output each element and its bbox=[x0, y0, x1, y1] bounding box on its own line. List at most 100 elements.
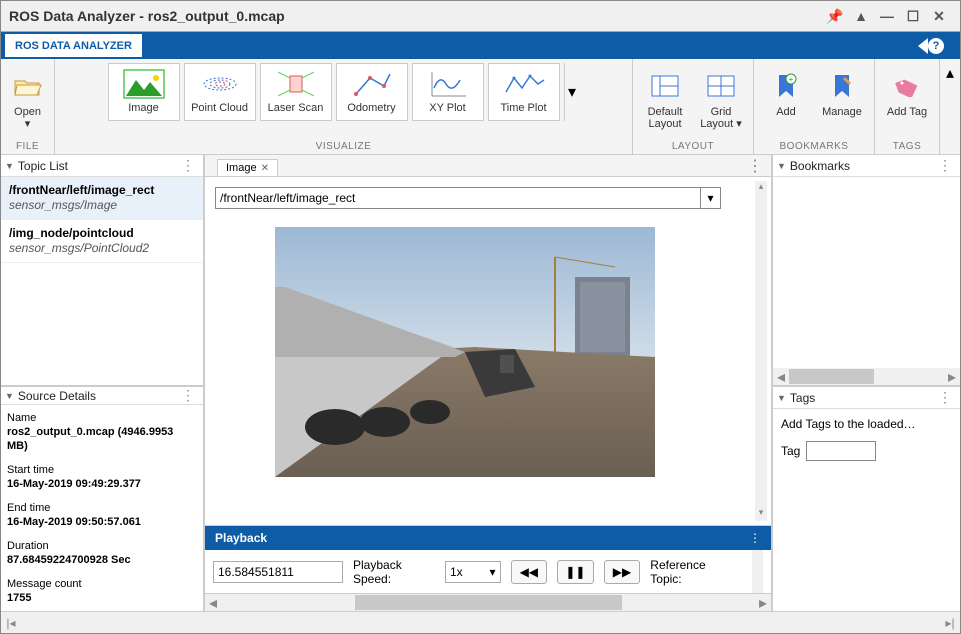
right-column: ▼ Bookmarks ⋮ ◂ ▸ ▼ Tags ⋮ Add Tags to t… bbox=[772, 155, 960, 611]
image-vscrollbar[interactable]: ▴ ▾ bbox=[755, 181, 767, 521]
center-tabbar-menu-icon[interactable]: ⋮ bbox=[739, 156, 771, 176]
tag-input[interactable] bbox=[806, 441, 876, 461]
minimize-icon[interactable]: — bbox=[874, 3, 900, 29]
center-tabbar: Image ✕ ⋮ bbox=[205, 155, 771, 177]
tab-image[interactable]: Image ✕ bbox=[217, 159, 278, 176]
ribbon-bookmarks-caption: BOOKMARKS bbox=[760, 141, 868, 154]
open-label: Open bbox=[14, 106, 41, 118]
grid-layout-label: GridLayout ▾ bbox=[700, 106, 742, 130]
topic-item-pointcloud[interactable]: /img_node/pointcloud sensor_msgs/PointCl… bbox=[1, 220, 203, 263]
status-next-icon[interactable]: ▸| bbox=[940, 616, 960, 630]
main-layout: ▼ Topic List ⋮ /frontNear/left/image_rec… bbox=[1, 155, 960, 611]
ribbon-file-caption: FILE bbox=[7, 141, 48, 154]
bookmark-add-icon: + bbox=[775, 68, 797, 104]
ribbon-collapse-icon[interactable]: ▴ bbox=[940, 59, 960, 154]
chevron-down-icon[interactable]: ▾ bbox=[700, 188, 720, 208]
bookmarks-manage-button[interactable]: Manage bbox=[816, 63, 868, 131]
open-button[interactable]: Open▾ bbox=[7, 63, 48, 131]
src-end-label: End time bbox=[7, 501, 197, 515]
tab-ros-data-analyzer[interactable]: ROS DATA ANALYZER bbox=[5, 34, 142, 57]
tags-hint: Add Tags to the loaded… bbox=[781, 417, 952, 431]
tags-addtag-button[interactable]: Add Tag bbox=[881, 63, 933, 131]
tags-header: ▼ Tags ⋮ bbox=[773, 387, 960, 409]
ribbon-visualize-caption: VISUALIZE bbox=[61, 141, 626, 154]
odometry-icon bbox=[350, 68, 394, 100]
source-details-title: Source Details bbox=[18, 389, 96, 403]
playback-rewind-button[interactable]: ◀◀ bbox=[511, 560, 548, 584]
src-end-value: 16-May-2019 09:50:57.061 bbox=[7, 515, 197, 529]
pin-icon[interactable]: 📌 bbox=[822, 3, 848, 29]
playback-pause-button[interactable]: ❚❚ bbox=[557, 560, 594, 584]
playback-menu-icon[interactable]: ⋮ bbox=[749, 531, 761, 545]
visualize-laserscan-button[interactable]: Laser Scan bbox=[260, 63, 332, 121]
visualize-image-button[interactable]: Image bbox=[108, 63, 180, 121]
src-start-label: Start time bbox=[7, 463, 197, 477]
topic-list-title: Topic List bbox=[18, 159, 68, 173]
src-dur-label: Duration bbox=[7, 539, 197, 553]
playback-speed-label: Playback Speed: bbox=[353, 558, 435, 586]
src-count-label: Message count bbox=[7, 577, 197, 591]
grid-layout-button[interactable]: GridLayout ▾ bbox=[695, 63, 747, 131]
bookmarks-title: Bookmarks bbox=[790, 159, 850, 173]
default-layout-icon bbox=[651, 68, 679, 104]
close-icon[interactable]: ✕ bbox=[926, 3, 952, 29]
ribbon-layout-caption: LAYOUT bbox=[639, 141, 747, 154]
src-count-value: 1755 bbox=[7, 591, 197, 605]
up-icon[interactable]: ▲ bbox=[848, 3, 874, 29]
src-name-label: Name bbox=[7, 411, 197, 425]
ribbon: Open▾ FILE Image Point Cloud Laser Scan … bbox=[1, 59, 960, 155]
image-icon bbox=[122, 68, 166, 100]
default-layout-button[interactable]: DefaultLayout bbox=[639, 63, 691, 131]
svg-text:+: + bbox=[789, 75, 794, 84]
visualize-timeplot-button[interactable]: Time Plot bbox=[488, 63, 560, 121]
laserscan-icon bbox=[274, 68, 318, 100]
source-details-menu-icon[interactable]: ⋮ bbox=[177, 387, 199, 404]
image-panel: /frontNear/left/image_rect ▾ bbox=[205, 177, 771, 526]
ribbon-tags-caption: TAGS bbox=[881, 141, 933, 154]
playback-speed-select[interactable]: 1x▾ bbox=[445, 561, 501, 583]
playback-vscrollbar[interactable] bbox=[752, 550, 763, 593]
playback-time-input[interactable] bbox=[213, 561, 343, 583]
playback-controls: Playback Speed: 1x▾ ◀◀ ❚❚ ▶▶ Reference T… bbox=[205, 550, 771, 594]
window-title: ROS Data Analyzer - ros2_output_0.mcap bbox=[9, 8, 285, 24]
grid-layout-icon bbox=[707, 68, 735, 104]
bookmark-manage-icon bbox=[831, 68, 853, 104]
src-dur-value: 87.68459224700928 Sec bbox=[7, 553, 197, 567]
pointcloud-icon bbox=[198, 68, 242, 100]
visualize-xyplot-button[interactable]: XY Plot bbox=[412, 63, 484, 121]
help-triangle-icon bbox=[918, 38, 928, 54]
center-column: Image ✕ ⋮ /frontNear/left/image_rect ▾ bbox=[205, 155, 772, 611]
tags-title: Tags bbox=[790, 391, 815, 405]
close-icon[interactable]: ✕ bbox=[261, 163, 269, 174]
chevron-down-icon[interactable]: ▼ bbox=[777, 393, 786, 403]
center-hscrollbar[interactable]: ◂ ▸ bbox=[205, 594, 771, 611]
chevron-down-icon[interactable]: ▼ bbox=[5, 161, 14, 171]
status-bar: |◂ ▸| bbox=[1, 611, 960, 633]
chevron-down-icon[interactable]: ▼ bbox=[777, 161, 786, 171]
src-start-value: 16-May-2019 09:49:29.377 bbox=[7, 477, 197, 491]
folder-open-icon bbox=[13, 68, 43, 104]
tags-menu-icon[interactable]: ⋮ bbox=[934, 389, 956, 406]
tag-add-icon bbox=[894, 68, 920, 104]
xyplot-icon bbox=[426, 68, 470, 100]
topic-dropdown[interactable]: /frontNear/left/image_rect ▾ bbox=[215, 187, 721, 209]
bookmarks-header: ▼ Bookmarks ⋮ bbox=[773, 155, 960, 177]
maximize-icon[interactable]: ☐ bbox=[900, 3, 926, 29]
topic-list-menu-icon[interactable]: ⋮ bbox=[177, 157, 199, 174]
visualize-pointcloud-button[interactable]: Point Cloud bbox=[184, 63, 256, 121]
visualize-dropdown-arrow[interactable]: ▾ bbox=[564, 63, 580, 121]
help-icon[interactable]: ? bbox=[928, 38, 944, 54]
title-bar: ROS Data Analyzer - ros2_output_0.mcap 📌… bbox=[1, 1, 960, 31]
source-details-header: ▼ Source Details ⋮ bbox=[1, 387, 203, 405]
visualize-odometry-button[interactable]: Odometry bbox=[336, 63, 408, 121]
chevron-down-icon[interactable]: ▼ bbox=[5, 391, 14, 401]
topic-list-header: ▼ Topic List ⋮ bbox=[1, 155, 203, 177]
playback-forward-button[interactable]: ▶▶ bbox=[604, 560, 641, 584]
bookmarks-menu-icon[interactable]: ⋮ bbox=[934, 157, 956, 174]
status-prev-icon[interactable]: |◂ bbox=[1, 616, 21, 630]
image-visualization bbox=[275, 227, 655, 477]
topic-item-image[interactable]: /frontNear/left/image_rect sensor_msgs/I… bbox=[1, 177, 203, 220]
bookmarks-hscrollbar[interactable]: ◂ ▸ bbox=[773, 368, 960, 385]
bookmarks-add-button[interactable]: + Add bbox=[760, 63, 812, 131]
playback-reftopic-label: Reference Topic: bbox=[650, 558, 732, 586]
